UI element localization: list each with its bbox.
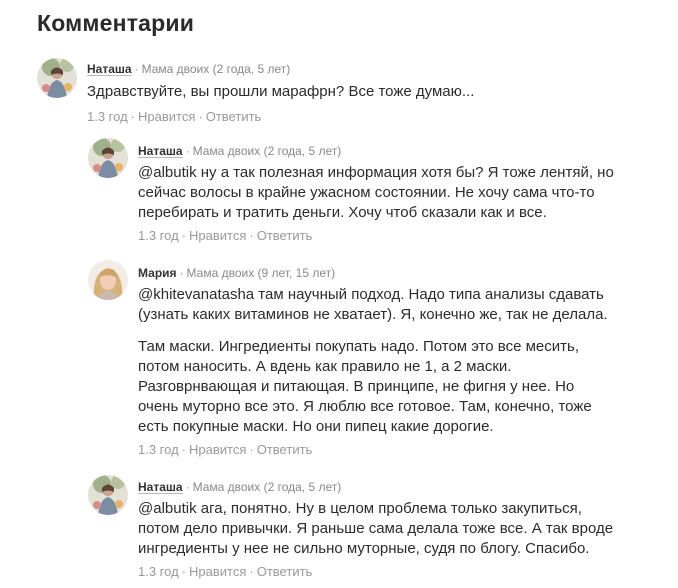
comment-paragraph: @khitevanatasha там научный подход. Надо… (138, 286, 608, 323)
like-button[interactable]: Нравится (189, 564, 246, 579)
avatar[interactable] (88, 475, 128, 515)
author-subtitle: Мама двоих (2 года, 5 лет) (141, 62, 291, 76)
comment-paragraph: @albutik ага, понятно. Ну в целом пробле… (138, 500, 614, 557)
comment-reply: Наташа · Мама двоих (2 года, 5 лет) @albut… (88, 475, 678, 580)
comment-actions: 1.3 год · Нравится · Ответить (138, 442, 678, 458)
actions-separator: · (181, 228, 187, 243)
comment-time: 1.3 год (138, 564, 179, 579)
meta-separator: · (134, 62, 139, 76)
comment-meta: Мария · Мама двоих (9 лет, 15 лет) (138, 265, 678, 281)
natasha-avatar-photo (37, 58, 77, 98)
comment-time: 1.3 год (87, 109, 128, 124)
author-subtitle: Мама двоих (2 года, 5 лет) (192, 144, 342, 158)
actions-separator: · (181, 564, 187, 579)
comment-time: 1.3 год (138, 228, 179, 243)
section-title: Комментарии (37, 10, 195, 36)
comment-reply: Мария · Мама двоих (9 лет, 15 лет) @khitev… (88, 260, 678, 458)
comment-time: 1.3 год (138, 442, 179, 457)
comment-text: @albutik ага, понятно. Ну в целом пробле… (138, 499, 618, 559)
meta-separator: · (185, 144, 190, 158)
reply-button[interactable]: Ответить (257, 442, 313, 457)
comment-text: @albutik ну а так полезная информация хо… (138, 163, 618, 223)
author-subtitle: Мама двоих (9 лет, 15 лет) (186, 266, 336, 280)
comment-actions: 1.3 год · Нравится · Ответить (138, 564, 678, 580)
author-name[interactable]: Наташа (138, 144, 183, 158)
comment-paragraph: Там маски. Ингредиенты покупать надо. По… (138, 338, 592, 435)
like-button[interactable]: Нравится (189, 442, 246, 457)
natasha-avatar-photo (88, 475, 128, 515)
meta-separator: · (179, 266, 184, 280)
avatar[interactable] (88, 260, 128, 300)
comment-meta: Наташа · Мама двоих (2 года, 5 лет) (138, 479, 678, 495)
like-button[interactable]: Нравится (138, 109, 195, 124)
comment-actions: 1.3 год · Нравится · Ответить (138, 228, 678, 244)
actions-separator: · (249, 228, 254, 243)
actions-separator: · (249, 442, 254, 457)
actions-separator: · (249, 564, 254, 579)
author-subtitle: Мама двоих (2 года, 5 лет) (192, 480, 342, 494)
comment-reply: Наташа · Мама двоих (2 года, 5 лет) @albut… (88, 138, 678, 244)
meta-separator: · (185, 480, 190, 494)
comment-text: @khitevanatasha там научный подход. Надо… (138, 285, 618, 437)
comment-meta: Наташа · Мама двоих (2 года, 5 лет) (87, 61, 678, 77)
like-button[interactable]: Нравится (189, 228, 246, 243)
comment-paragraph: Здравствуйте, вы прошли марафрн? Все тож… (87, 83, 475, 100)
comment: Наташа · Мама двоих (2 года, 5 лет) Здравс… (37, 58, 678, 125)
author-name[interactable]: Наташа (87, 62, 132, 76)
actions-separator: · (198, 109, 203, 124)
author-name[interactable]: Мария (138, 266, 177, 280)
natasha-avatar-photo (88, 138, 128, 178)
comments-section: Комментарии Наташа · Мама двоих (2 года, 5… (0, 0, 678, 588)
reply-button[interactable]: Ответить (257, 564, 313, 579)
actions-separator: · (181, 442, 187, 457)
avatar[interactable] (37, 58, 77, 98)
reply-button[interactable]: Ответить (206, 109, 262, 124)
actions-separator: · (130, 109, 136, 124)
comment-paragraph: @albutik ну а так полезная информация хо… (138, 164, 614, 221)
reply-button[interactable]: Ответить (257, 228, 313, 243)
comment-text: Здравствуйте, вы прошли марафрн? Все тож… (87, 82, 607, 102)
author-name[interactable]: Наташа (138, 480, 183, 494)
avatar[interactable] (88, 138, 128, 178)
maria-avatar-photo (88, 260, 128, 300)
comment-meta: Наташа · Мама двоих (2 года, 5 лет) (138, 143, 678, 159)
comment-actions: 1.3 год · Нравится · Ответить (87, 109, 678, 125)
